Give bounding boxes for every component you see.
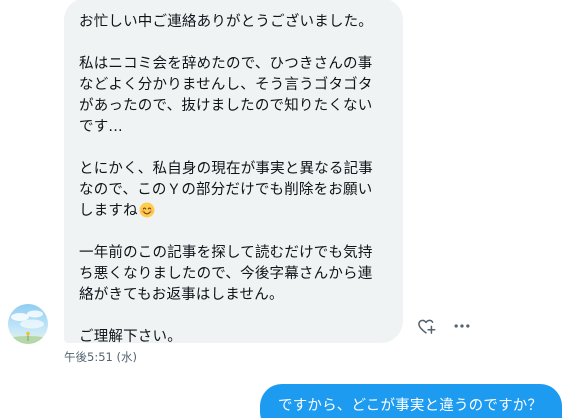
heart-plus-icon <box>418 319 436 334</box>
more-dots-icon <box>454 324 470 328</box>
dm-conversation: お忙しい中ご連絡ありがとうございました。 私はニコミ会を辞めたので、ひつきさんの… <box>0 0 568 418</box>
message-paragraph-4: 一年前のこの記事を探して読むだけでも気持 ち悪くなりましたので、今後字幕さんから… <box>79 245 373 303</box>
react-button[interactable] <box>414 314 438 338</box>
sky-flower-avatar-icon <box>8 304 48 344</box>
avatar[interactable] <box>8 304 48 344</box>
smiling-face-emoji-icon <box>139 202 155 218</box>
outgoing-message-bubble: ですから、どこが事実と違うのですか？ <box>260 384 562 418</box>
message-paragraph-1: お忙しい中ご連絡ありがとうございました。 <box>79 14 373 30</box>
message-timestamp: 午後5:51 (水) <box>64 350 137 364</box>
incoming-message-bubble: お忙しい中ご連絡ありがとうございました。 私はニコミ会を辞めたので、ひつきさんの… <box>64 0 403 345</box>
message-paragraph-3: とにかく、私自身の現在が事実と異なる記事 なので、このＹの部分だけでも削除をお願… <box>79 159 387 222</box>
message-paragraph-5: ご理解下さい。 <box>79 329 182 345</box>
more-options-button[interactable] <box>450 314 474 338</box>
outgoing-message-text: ですから、どこが事実と違うのですか？ <box>278 398 543 414</box>
message-paragraph-2: 私はニコミ会を辞めたので、ひつきさんの事 などよく分かりませんし、そう言うゴタゴ… <box>79 56 373 135</box>
message-paragraph-3-text: とにかく、私自身の現在が事実と異なる記事 なので、このＹの部分だけでも削除をお願… <box>79 161 373 219</box>
